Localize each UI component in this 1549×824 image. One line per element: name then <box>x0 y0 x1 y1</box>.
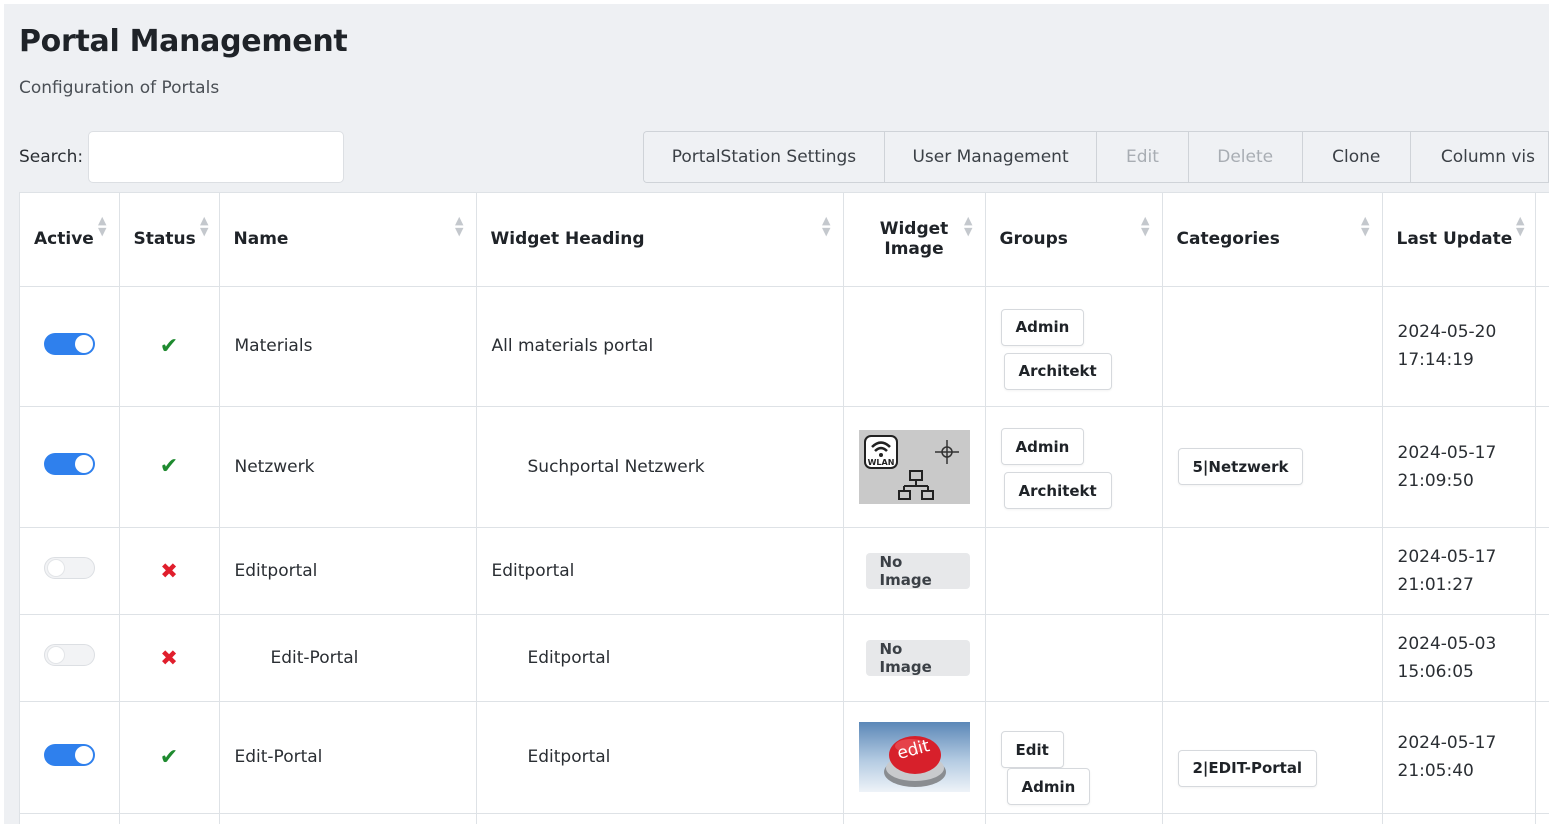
widget-heading: Editportal <box>476 701 844 814</box>
column-header-widget-image[interactable]: Widget Image ▲ ▼ <box>843 193 986 287</box>
network-node-right <box>920 489 934 500</box>
sort-icon: ▲ ▼ <box>1361 214 1370 238</box>
portalstation-settings-button[interactable]: PortalStation Settings <box>644 132 885 182</box>
last-update-time: 17:14:19 <box>1397 350 1474 370</box>
group-chip[interactable]: Edit <box>1000 731 1064 768</box>
toggle-knob <box>47 646 65 664</box>
network-node-left <box>897 489 911 500</box>
group-chip[interactable]: Architekt <box>1003 472 1112 509</box>
widget-image-edit: edit <box>858 722 970 792</box>
column-header-last-update[interactable]: Last Update ▲ ▼ <box>1382 193 1536 287</box>
delete-button[interactable]: Delete <box>1188 132 1303 182</box>
column-header-widget-heading[interactable]: Widget Heading ▲ ▼ <box>476 193 844 287</box>
portal-name: Edit-Portal <box>219 614 477 702</box>
widget-heading: All materials portal <box>476 286 844 407</box>
last-update-time: 21:09:50 <box>1397 470 1474 491</box>
column-header-categories[interactable]: Categories ▲ ▼ <box>1162 193 1383 287</box>
widget-image-cell <box>843 286 986 407</box>
edit-button[interactable]: Edit <box>1097 132 1189 182</box>
group-chip[interactable]: Admin <box>1006 768 1091 805</box>
page-subtitle: Configuration of Portals <box>19 78 220 98</box>
wifi-dot <box>878 452 883 457</box>
sort-icon: ▲ ▼ <box>1516 214 1525 238</box>
group-chip[interactable]: Architekt <box>1003 352 1112 390</box>
column-header-active[interactable]: Active ▲ ▼ <box>20 193 120 287</box>
category-chip[interactable]: 2|EDIT-Portal <box>1177 749 1318 787</box>
last-update-time: 15:06:05 <box>1397 661 1474 682</box>
groups-cell <box>985 614 1163 702</box>
last-update-date: 2024-05-17 <box>1397 442 1497 463</box>
widget-heading: Suchportal Netzwerk <box>476 406 844 528</box>
table-row[interactable]: ✖ Edit-Portal Editportal No Image 2024-0… <box>20 614 1549 702</box>
group-chip[interactable]: Admin <box>1000 308 1085 346</box>
no-image-badge: No Image <box>865 640 970 676</box>
network-icon: WLAN <box>863 434 959 500</box>
no-image-badge: No Image <box>865 553 970 589</box>
table-row[interactable]: ✔ Netzwerk Suchportal Netzwerk WLAN Admi… <box>20 406 1549 528</box>
toggle-knob <box>47 559 65 577</box>
last-update-time: 21:01:27 <box>1397 574 1474 595</box>
toolbar: PortalStation Settings User Management E… <box>643 131 1549 183</box>
toggle-knob <box>75 745 93 764</box>
portals-table: Active ▲ ▼ Status ▲ ▼ Name ▲ ▼ Widget Heading ▲… <box>19 192 1549 824</box>
portal-name: Editportal <box>219 527 477 615</box>
active-toggle[interactable] <box>44 557 95 579</box>
last-update-date: 2024-05-20 <box>1397 322 1497 342</box>
table-row[interactable]: ✖ Editportal Editportal No Image 2024-05… <box>20 527 1549 615</box>
table-row[interactable]: ✔ Materials All materials portal Admin A… <box>20 286 1549 407</box>
column-visibility-button[interactable]: Column vis <box>1410 132 1549 182</box>
check-icon: ✔ <box>159 744 179 770</box>
column-header-status[interactable]: Status ▲ ▼ <box>119 193 220 287</box>
active-toggle[interactable] <box>44 453 95 475</box>
table-header-row: Active ▲ ▼ Status ▲ ▼ Name ▲ ▼ Widget Heading ▲… <box>20 193 1549 287</box>
widget-image-network: WLAN <box>858 429 970 504</box>
search-label: Search: <box>19 147 84 167</box>
check-icon: ✔ <box>159 333 179 359</box>
cross-icon: ✖ <box>160 558 178 583</box>
table-row[interactable]: ✔ Edit-Portal Editportal edit Edit Admin <box>20 701 1549 814</box>
search-input[interactable] <box>88 131 344 183</box>
portal-name: Edit-Portal <box>219 701 477 814</box>
edit-button-icon: edit <box>883 736 946 787</box>
column-header-overflow <box>1535 193 1549 287</box>
last-update-date: 2024-05-03 <box>1397 633 1497 654</box>
portal-name: Netzwerk <box>219 406 477 528</box>
network-node-top <box>908 469 923 481</box>
category-chip[interactable]: 5|Netzwerk <box>1177 448 1304 485</box>
widget-heading: Editportal <box>476 527 844 615</box>
column-header-name[interactable]: Name ▲ ▼ <box>219 193 477 287</box>
check-icon: ✔ <box>159 454 179 479</box>
active-toggle[interactable] <box>44 332 95 355</box>
group-chip[interactable]: Admin <box>1000 428 1085 465</box>
last-update-time: 21:05:40 <box>1397 761 1474 781</box>
last-update-date: 2024-05-17 <box>1397 733 1497 753</box>
clone-button[interactable]: Clone <box>1302 132 1411 182</box>
sort-icon: ▲ ▼ <box>200 214 209 238</box>
widget-heading: Editportal <box>476 614 844 702</box>
table-row-partial <box>20 813 1549 824</box>
last-update-date: 2024-05-17 <box>1397 546 1497 567</box>
sort-icon: ▲ ▼ <box>964 214 973 238</box>
active-toggle[interactable] <box>44 743 95 766</box>
sort-icon: ▲ ▼ <box>455 214 464 238</box>
portal-name: Materials <box>219 286 477 407</box>
sort-icon: ▲ ▼ <box>822 214 831 238</box>
toggle-knob <box>75 455 93 473</box>
sort-icon: ▲ ▼ <box>98 214 107 238</box>
user-management-button[interactable]: User Management <box>884 132 1098 182</box>
move-icon-cross <box>934 439 959 464</box>
network-links <box>902 479 929 491</box>
column-header-groups[interactable]: Groups ▲ ▼ <box>985 193 1163 287</box>
categories-cell <box>1162 286 1383 407</box>
cross-icon: ✖ <box>160 645 178 670</box>
toggle-knob <box>75 334 93 353</box>
sort-icon: ▲ ▼ <box>1141 214 1150 238</box>
categories-cell <box>1162 614 1383 702</box>
groups-cell <box>985 527 1163 615</box>
wlan-text: WLAN <box>867 458 894 467</box>
active-toggle[interactable] <box>44 644 95 666</box>
categories-cell <box>1162 527 1383 615</box>
page-title: Portal Management <box>19 24 348 59</box>
